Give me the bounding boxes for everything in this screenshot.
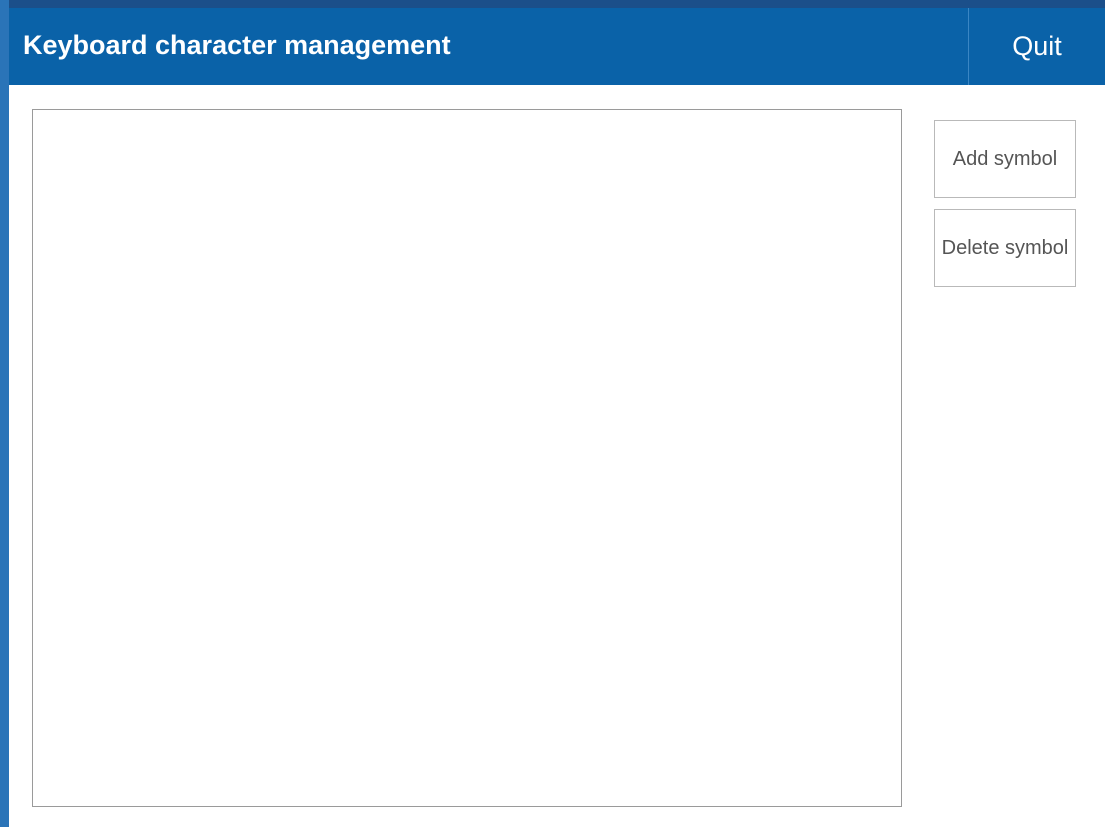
delete-symbol-button[interactable]: Delete symbol [934,209,1076,287]
add-symbol-button[interactable]: Add symbol [934,120,1076,198]
background-app-strip [0,0,1105,8]
background-app-edge [0,0,9,827]
quit-button[interactable]: Quit [969,8,1105,85]
dialog-titlebar: Keyboard character management Quit [9,8,1105,85]
dialog-title: Keyboard character management [23,30,451,60]
keyboard-character-dialog: Keyboard character management Quit Add s… [9,8,1105,827]
symbol-list[interactable] [32,109,902,807]
